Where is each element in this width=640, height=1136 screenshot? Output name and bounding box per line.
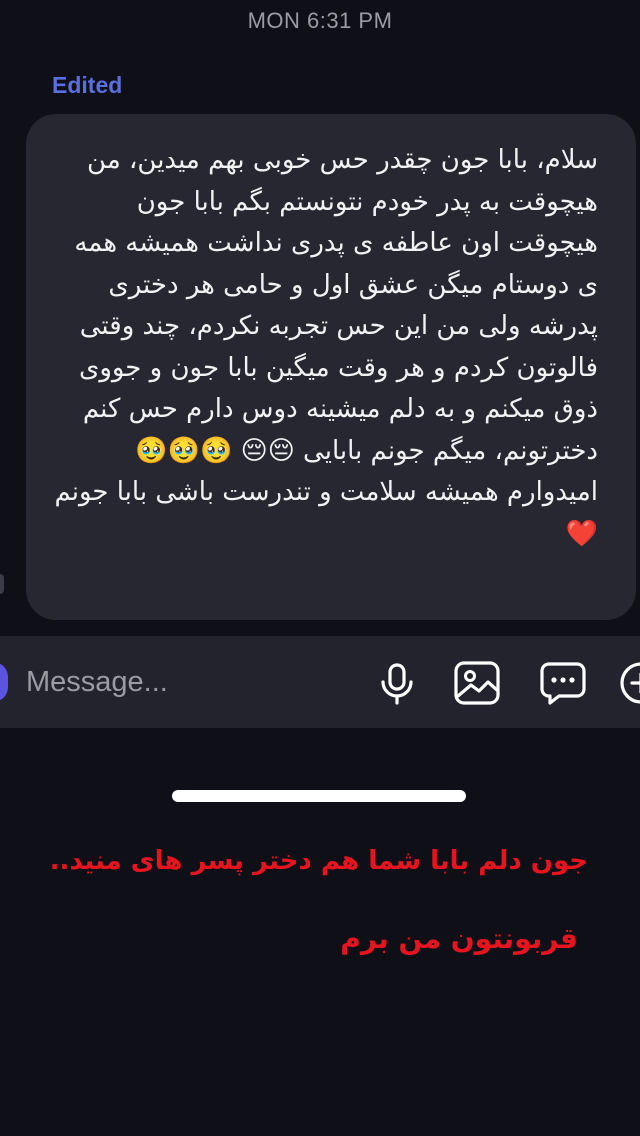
overlay-caption-line2: قربونتون من برم: [340, 922, 578, 955]
camera-button[interactable]: [0, 662, 8, 702]
message-composer: [0, 636, 640, 728]
sticker-chat-icon[interactable]: [538, 658, 588, 708]
message-bubble[interactable]: سلام، بابا جون چقدر حس خوبی بهم میدین، م…: [26, 114, 636, 620]
microphone-icon[interactable]: [372, 658, 422, 708]
edited-label: Edited: [52, 72, 123, 98]
home-indicator[interactable]: [172, 790, 466, 802]
overlay-caption-line1: جون دلم بابا شما هم دختر پسر های منید..: [49, 846, 588, 876]
scroll-edge-indicator: [0, 574, 4, 594]
add-icon[interactable]: [616, 658, 640, 708]
gallery-icon[interactable]: [452, 658, 502, 708]
message-timestamp: MON 6:31 PM: [247, 8, 393, 33]
message-input[interactable]: [26, 660, 346, 704]
message-text: سلام، بابا جون چقدر حس خوبی بهم میدین، م…: [54, 145, 598, 549]
